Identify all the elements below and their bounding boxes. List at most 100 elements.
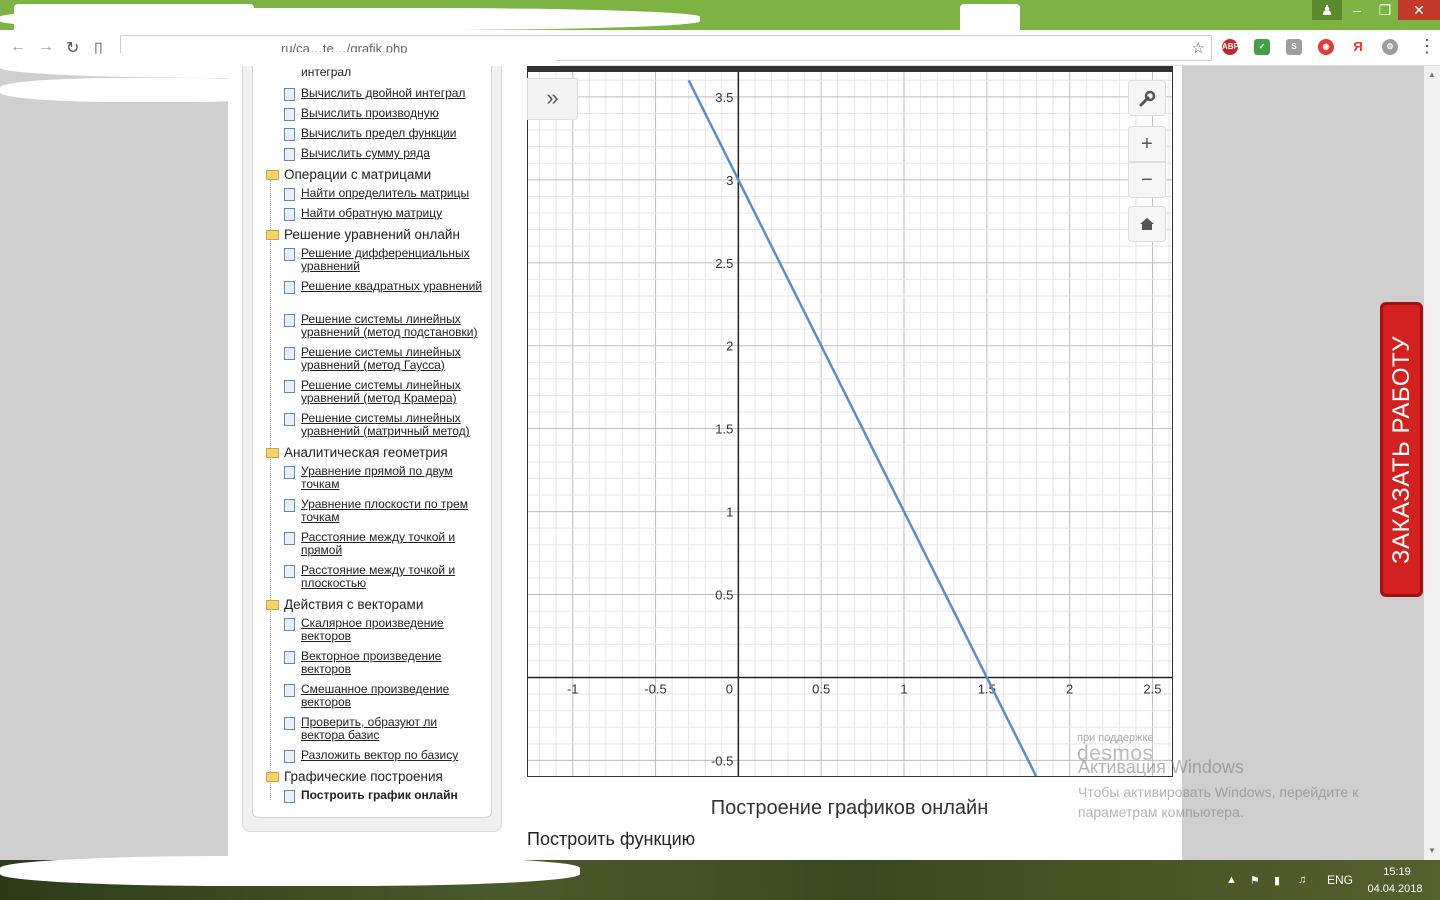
- sidebar-item-integral[interactable]: интеграл: [284, 66, 484, 79]
- browser-menu-icon[interactable]: ⋮: [1418, 36, 1436, 57]
- adblock-extension-icon[interactable]: ABP: [1222, 39, 1239, 55]
- folder-icon: [266, 772, 279, 782]
- x-tick-label: 0: [726, 681, 733, 696]
- document-icon: [284, 148, 295, 161]
- sidebar-category-equations[interactable]: Решение уравнений онлайн: [266, 227, 460, 242]
- sidebar-item-point-line-distance[interactable]: Расстояние между точкой и прямой: [284, 531, 484, 557]
- sidebar-item-line-two-points[interactable]: Уравнение прямой по двум точкам: [284, 465, 484, 491]
- expand-panel-button[interactable]: »: [527, 78, 578, 120]
- zoom-in-button[interactable]: +: [1128, 126, 1166, 162]
- folder-icon: [266, 170, 279, 180]
- sidebar-item-double-integral[interactable]: Вычислить двойной интеграл: [284, 87, 484, 101]
- y-tick-label: 1: [726, 505, 733, 520]
- sidebar-item-vector-product[interactable]: Векторное произведение векторов: [284, 650, 484, 676]
- wrench-settings-button[interactable]: [1128, 80, 1166, 116]
- sidebar-category-matrices[interactable]: Операции с матрицами: [266, 167, 431, 182]
- s-extension-icon[interactable]: S: [1286, 39, 1302, 55]
- document-icon: [284, 466, 295, 479]
- close-window-button[interactable]: ✕: [1398, 0, 1440, 20]
- shield-extension-icon[interactable]: ✓: [1254, 39, 1270, 55]
- redaction-scribble: [0, 8, 700, 30]
- sidebar-item-point-plane-distance[interactable]: Расстояние между точкой и плоскостью: [284, 564, 484, 590]
- document-icon: [284, 618, 295, 631]
- sidebar-item-scalar-product[interactable]: Скалярное произведение векторов: [284, 617, 484, 643]
- x-tick-label: 1: [900, 681, 907, 696]
- sidebar-item-linear-substitution[interactable]: Решение системы линейных уравнений (мето…: [284, 313, 484, 339]
- scroll-down-arrow[interactable]: ▼: [1428, 846, 1436, 855]
- sidebar-category-graphs[interactable]: Графические построения: [266, 769, 443, 784]
- document-icon: [284, 347, 295, 360]
- y-tick-label: -0.5: [711, 753, 733, 768]
- sidebar-item-linear-matrix[interactable]: Решение системы линейных уравнений (матр…: [284, 412, 484, 438]
- document-icon: [284, 750, 295, 763]
- sidebar-item-series-sum[interactable]: Вычислить сумму ряда: [284, 147, 484, 161]
- sidebar-item-linear-gauss[interactable]: Решение системы линейных уравнений (мето…: [284, 346, 484, 372]
- minimize-button[interactable]: –: [1342, 0, 1372, 20]
- sidebar-category-vectors[interactable]: Действия с векторами: [266, 597, 423, 612]
- document-icon: [284, 188, 295, 201]
- sidebar-item-derivative[interactable]: Вычислить производную: [284, 107, 484, 121]
- default-view-home-button[interactable]: [1128, 206, 1166, 242]
- x-tick-label: 2: [1066, 681, 1073, 696]
- tray-volume-icon[interactable]: ♫: [1298, 874, 1306, 886]
- document-icon: [284, 499, 295, 512]
- zoom-out-button[interactable]: −: [1128, 162, 1166, 198]
- sidebar-item-basis-decompose[interactable]: Разложить вектор по базису: [284, 749, 484, 763]
- x-tick-label: -0.5: [644, 681, 666, 696]
- folder-icon: [266, 230, 279, 240]
- sidebar-item-plot-online[interactable]: Построить график онлайн: [284, 789, 484, 803]
- redaction-scribble: [0, 856, 580, 886]
- x-tick-label: 0.5: [812, 681, 830, 696]
- sidebar-item-quadratic[interactable]: Решение квадратных уравнений: [284, 280, 484, 294]
- document-icon: [284, 790, 295, 803]
- tray-language[interactable]: ENG: [1327, 873, 1353, 887]
- document-icon: [284, 651, 295, 664]
- browser-tab-new[interactable]: [960, 4, 1020, 30]
- sidebar-item-inverse-matrix[interactable]: Найти обратную матрицу: [284, 207, 484, 221]
- sidebar-category-geometry[interactable]: Аналитическая геометрия: [266, 445, 448, 460]
- y-tick-label: 0.5: [715, 588, 733, 603]
- tray-network-icon[interactable]: ▮: [1274, 874, 1280, 887]
- document-icon: [284, 128, 295, 141]
- sidebar-item-mixed-product[interactable]: Смешанное произведение векторов: [284, 683, 484, 709]
- tree-guide-line: [270, 180, 271, 800]
- x-tick-label: 2.5: [1143, 681, 1161, 696]
- scroll-up-arrow[interactable]: ▲: [1428, 70, 1436, 79]
- build-function-heading: Построить функцию: [527, 829, 696, 849]
- maximize-button[interactable]: ❐: [1370, 0, 1400, 20]
- folder-icon: [266, 600, 279, 610]
- sidebar-item-limit[interactable]: Вычислить предел функции: [284, 127, 484, 141]
- document-icon: [284, 248, 295, 261]
- tray-flag-icon[interactable]: ⚑: [1250, 874, 1260, 887]
- document-icon: [284, 314, 295, 327]
- desmos-graph[interactable]: -1 -0.5 0 0.5 1 1.5 2 2.5 3.5 3 2.5 2 1.5 1 0.5 -0.5: [527, 66, 1173, 777]
- document-icon: [284, 380, 295, 393]
- tray-date[interactable]: 04.04.2018: [1364, 883, 1426, 895]
- y-tick-label: 2: [726, 339, 733, 354]
- bookmark-star-icon[interactable]: ☆: [1192, 39, 1205, 57]
- sidebar-item-determinant[interactable]: Найти определитель матрицы: [284, 187, 484, 201]
- graph-plot[interactable]: -1 -0.5 0 0.5 1 1.5 2 2.53.532.521.510.5-0.5: [528, 72, 1173, 777]
- order-work-button[interactable]: ЗАКАЗАТЬ РАБОТУ: [1380, 302, 1423, 597]
- page-scrollbar[interactable]: [1424, 66, 1440, 860]
- yandex-extension-icon[interactable]: Я: [1350, 39, 1366, 55]
- windows-activation-title: Активация Windows: [1078, 757, 1244, 777]
- user-profile-icon[interactable]: ♟: [1312, 0, 1342, 20]
- tray-expand-icon[interactable]: ▲: [1226, 874, 1237, 886]
- sidebar-item-basis-check[interactable]: Проверить, образуют ли вектора базис: [284, 716, 484, 742]
- document-icon: [284, 684, 295, 697]
- gear-extension-icon[interactable]: ⚙: [1382, 39, 1398, 55]
- target-extension-icon[interactable]: ◉: [1318, 39, 1334, 55]
- back-arrow-icon[interactable]: ←: [10, 38, 26, 56]
- sidebar-item-linear-cramer[interactable]: Решение системы линейных уравнений (мето…: [284, 379, 484, 405]
- tray-time[interactable]: 15:19: [1370, 866, 1424, 878]
- document-icon: [284, 532, 295, 545]
- y-tick-label: 2.5: [715, 256, 733, 271]
- document-icon: [284, 565, 295, 578]
- sidebar-item-differential[interactable]: Решение дифференциальных уравнений: [284, 247, 484, 273]
- forward-arrow-icon[interactable]: →: [38, 38, 54, 56]
- y-tick-label: 1.5: [715, 422, 733, 437]
- document-icon: [284, 88, 295, 101]
- x-tick-label: -1: [567, 681, 579, 696]
- sidebar-item-plane-three-points[interactable]: Уравнение плоскости по трем точкам: [284, 498, 484, 524]
